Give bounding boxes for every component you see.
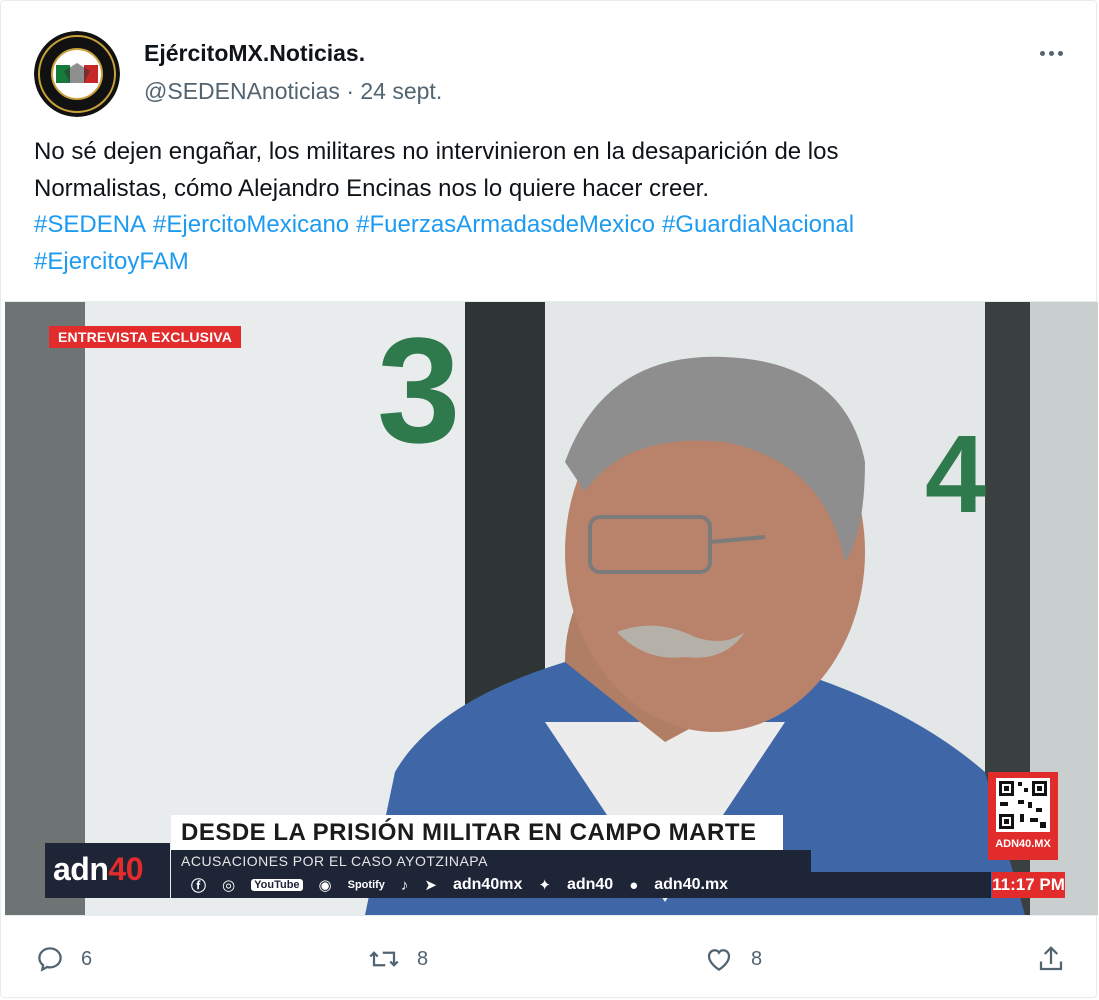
- hashtag-link[interactable]: #EjercitoyFAM: [34, 248, 189, 275]
- social-bar: ⓕ ◎ YouTube ◉ Spotify ♪ ➤ adn40mx ✦ adn4…: [171, 872, 991, 898]
- meta-separator: ·: [346, 78, 354, 104]
- hashtag-link[interactable]: #SEDENA: [34, 211, 146, 238]
- author-meta: @SEDENAnoticias · 24 sept.: [144, 78, 442, 105]
- wall-number: 4: [925, 413, 986, 536]
- web-icon: ●: [629, 876, 639, 894]
- ticker-site: adn40.mx: [654, 876, 729, 893]
- reply-button[interactable]: 6: [35, 939, 92, 979]
- broadcast-time: 11:17 PM: [992, 872, 1065, 898]
- heart-icon: [707, 949, 731, 971]
- ticker-handle: adn40mx: [452, 876, 523, 893]
- like-count: 8: [751, 947, 763, 970]
- tiktok-icon: ♪: [400, 876, 409, 894]
- logo-main: adn: [53, 851, 109, 887]
- reply-count: 6: [81, 947, 93, 970]
- tweet-date[interactable]: 24 sept.: [360, 78, 442, 104]
- avatar[interactable]: [34, 31, 120, 117]
- instagram-icon: ◎: [222, 877, 236, 894]
- tweet-text-line: Normalistas, cómo Alejandro Encinas nos …: [34, 174, 709, 202]
- author-name[interactable]: EjércitoMX.Noticias.: [144, 40, 365, 67]
- retweet-icon: [369, 951, 399, 967]
- spotify-label: Spotify: [347, 879, 385, 891]
- share-icon: [1039, 946, 1063, 971]
- ticker-handle: adn40: [566, 876, 614, 893]
- reply-icon: [38, 947, 62, 972]
- retweet-count: 8: [417, 947, 429, 970]
- hashtag-list: #EjercitoyFAM: [34, 244, 1074, 281]
- video-media[interactable]: 3 4 ENTREVISTA EXCLUSIVA ADN40.MX DESDE …: [5, 301, 1098, 916]
- qr-code-icon: [996, 778, 1050, 832]
- tweet-text-line: No sé dejen engañar, los militares no in…: [34, 138, 839, 165]
- hashtag-list: #SEDENA #EjercitoMexicano #FuerzasArmadasd…: [34, 207, 1074, 244]
- tweet-text: No sé dejen engañar, los militares no in…: [34, 134, 1074, 280]
- logo-accent: 40: [108, 851, 143, 887]
- share-button[interactable]: [1036, 939, 1066, 979]
- spotify-icon: ◉: [318, 877, 332, 894]
- exclusive-badge: ENTREVISTA EXCLUSIVA: [49, 326, 242, 348]
- sedena-logo-icon: [34, 31, 120, 117]
- twitter-icon: ✦: [538, 877, 551, 894]
- hashtag-link[interactable]: #FuerzasArmadasdeMexico: [356, 211, 655, 238]
- wall-number: 3: [377, 306, 460, 474]
- more-options-icon[interactable]: [1035, 39, 1067, 67]
- hashtag-link[interactable]: #EjercitoMexicano: [153, 211, 349, 238]
- channel-logo: adn40: [45, 843, 170, 898]
- retweet-button[interactable]: 8: [367, 939, 428, 979]
- author-handle[interactable]: @SEDENAnoticias: [144, 78, 340, 104]
- facebook-icon: ⓕ: [191, 877, 207, 895]
- tweet-card[interactable]: EjércitoMX.Noticias. @SEDENAnoticias · 2…: [0, 0, 1099, 998]
- hashtag-link[interactable]: #GuardiaNacional: [662, 211, 854, 238]
- youtube-icon: YouTube: [251, 879, 303, 891]
- telegram-icon: ➤: [424, 877, 437, 894]
- subheadline-banner: ACUSACIONES POR EL CASO AYOTZINAPA: [171, 850, 811, 872]
- action-bar: 6 8 8: [1, 939, 1099, 979]
- like-button[interactable]: 8: [703, 939, 762, 979]
